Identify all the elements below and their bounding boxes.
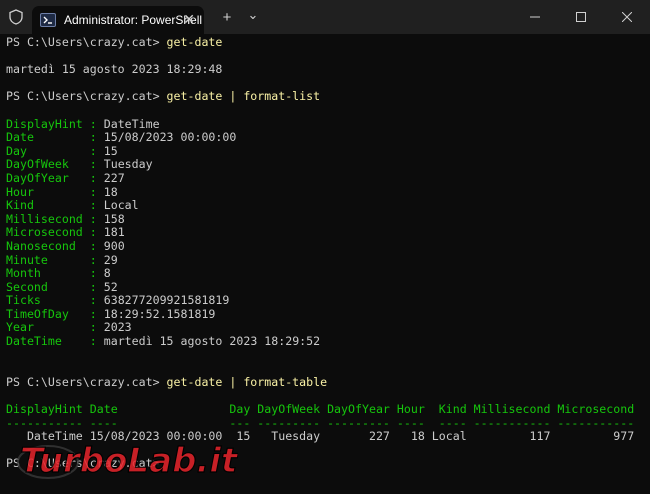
list-item: Nanosecond : 900 <box>6 238 125 253</box>
table-separator: ----------- ---- --- --------- ---------… <box>6 415 635 430</box>
list-item: Ticks : 638277209921581819 <box>6 293 230 308</box>
list-item: Date : 15/08/2023 00:00:00 <box>6 130 237 145</box>
list-item: Microsecond : 181 <box>6 225 125 240</box>
window-controls <box>512 0 650 34</box>
list-item: Minute : 29 <box>6 252 118 267</box>
list-item: Second : 52 <box>6 279 118 294</box>
watermark-text: TurboLab.it <box>20 441 238 481</box>
tab-title: Administrator: PowerShell <box>64 13 203 27</box>
list-item: TimeOfDay : 18:29:52.1581819 <box>6 306 216 321</box>
format-list-output: DisplayHint : DateTime Date : 15/08/2023… <box>6 116 644 349</box>
turbolab-logo: TurboLab.it <box>12 432 240 484</box>
list-item: DateTime : martedì 15 agosto 2023 18:29:… <box>6 334 321 349</box>
tab-powershell[interactable]: Administrator: PowerShell ✕ <box>32 6 204 34</box>
command-text: get-date | format-table <box>166 374 328 389</box>
list-item: DisplayHint : DateTime <box>6 116 160 131</box>
maximize-button[interactable] <box>558 0 604 34</box>
list-item: DayOfYear : 227 <box>6 170 125 185</box>
output-line: martedì 15 agosto 2023 18:29:48 <box>6 62 223 77</box>
powershell-icon <box>40 13 56 27</box>
command-text: get-date | format-list <box>166 89 321 104</box>
list-item: DayOfWeek : Tuesday <box>6 157 153 172</box>
list-item: Kind : Local <box>6 198 139 213</box>
prompt-line: PS C:\Users\crazy.cat> get-date <box>6 35 223 49</box>
close-button[interactable] <box>604 0 650 34</box>
prompt-line: PS C:\Users\crazy.cat> get-date | format… <box>6 89 321 104</box>
title-bar: Administrator: PowerShell ✕ + ⌄ <box>0 0 650 34</box>
list-item: Month : 8 <box>6 266 111 281</box>
prompt-line: PS C:\Users\crazy.cat> get-date | format… <box>6 374 328 389</box>
minimize-button[interactable] <box>512 0 558 34</box>
close-tab-icon[interactable]: ✕ <box>183 12 195 26</box>
new-tab-button[interactable]: + <box>214 9 240 26</box>
shield-icon <box>0 0 32 34</box>
list-item: Day : 15 <box>6 143 118 158</box>
list-item: Hour : 18 <box>6 184 118 199</box>
command-text: get-date <box>166 35 223 49</box>
table-header: DisplayHint Date Day DayOfWeek DayOfYear… <box>6 402 635 417</box>
list-item: Year : 2023 <box>6 320 132 335</box>
terminal-output[interactable]: PS C:\Users\crazy.cat> get-date martedì … <box>0 34 650 494</box>
list-item: Millisecond : 158 <box>6 211 125 226</box>
chevron-down-icon[interactable]: ⌄ <box>240 7 266 23</box>
